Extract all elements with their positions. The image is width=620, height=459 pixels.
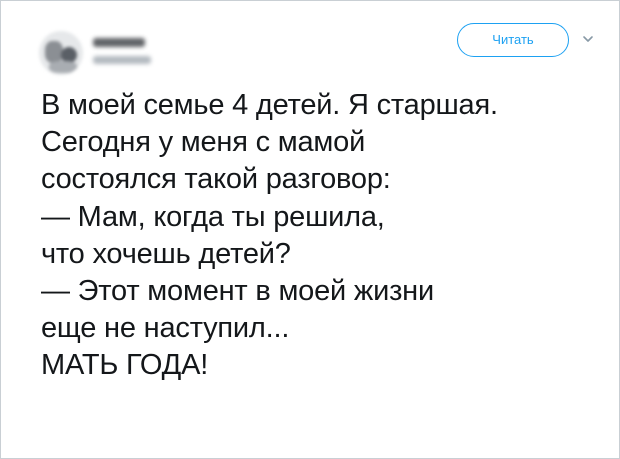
- tweet-line: что хочешь детей?: [41, 237, 291, 270]
- tweet-line: Сегодня у меня с мамой: [41, 126, 366, 159]
- tweet-line: — Этот момент в моей жизни: [41, 275, 434, 308]
- chevron-down-icon[interactable]: [581, 32, 595, 46]
- tweet-card: Читать В моей семье 4 детей. Я старшая. …: [0, 0, 620, 459]
- author-handle-blurred[interactable]: [93, 56, 151, 64]
- tweet-line: — Мам, когда ты решила,: [41, 200, 385, 233]
- author-name-blurred[interactable]: [93, 38, 145, 47]
- tweet-line: состоялся такой разговор:: [41, 163, 391, 196]
- tweet-line: В моей семье 4 детей. Я старшая.: [41, 89, 498, 121]
- tweet-line: еще не наступил...: [41, 312, 290, 345]
- follow-button[interactable]: Читать: [457, 23, 569, 57]
- tweet-line: МАТЬ ГОДА!: [41, 349, 209, 382]
- tweet-text: В моей семье 4 детей. Я старшая. Сегодня…: [41, 87, 611, 385]
- avatar[interactable]: [39, 31, 83, 75]
